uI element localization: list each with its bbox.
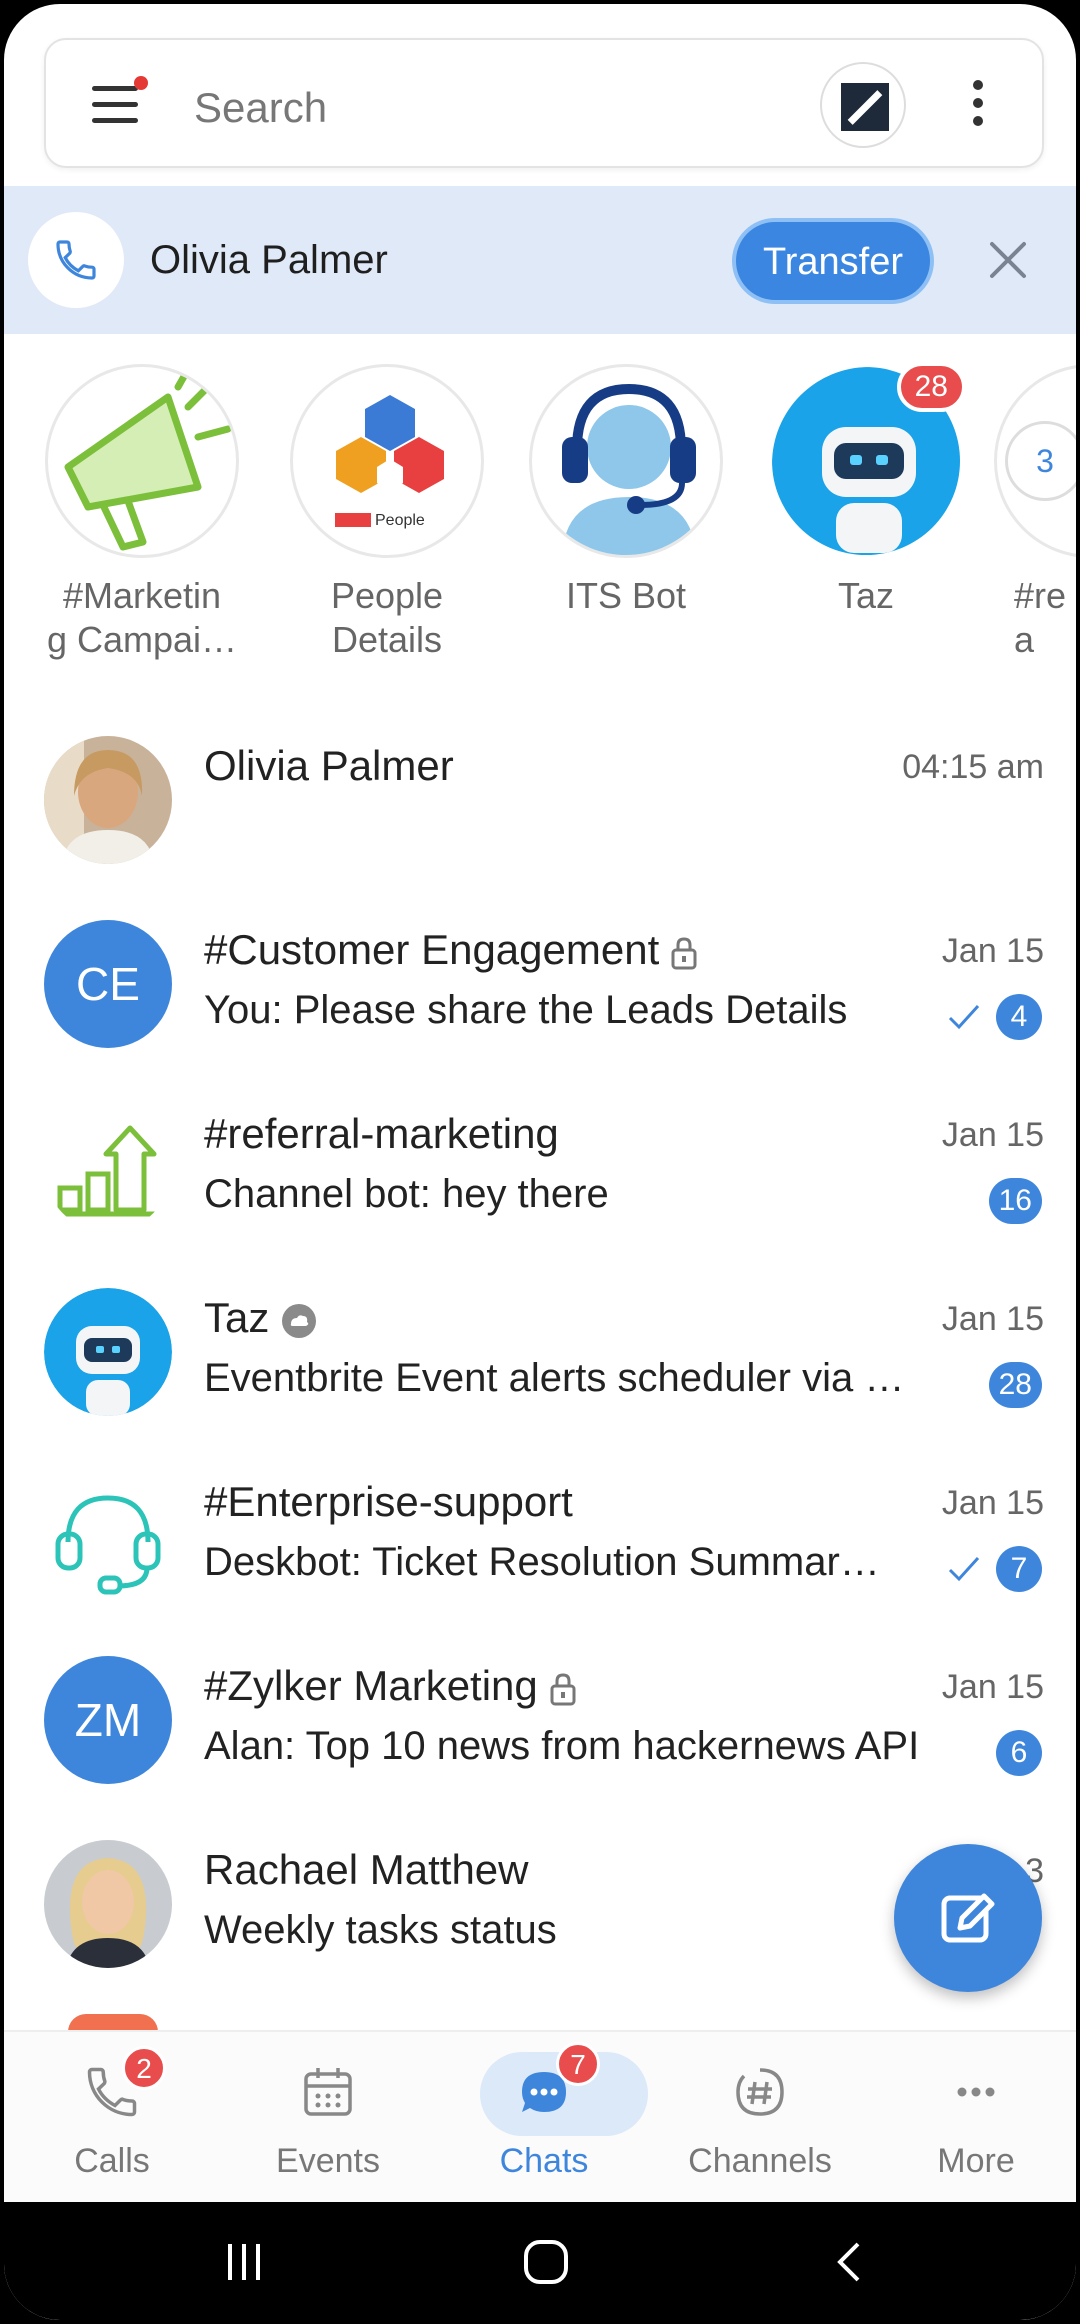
lock-icon xyxy=(671,937,697,970)
org-logo-icon[interactable] xyxy=(820,62,906,148)
system-navigation-bar xyxy=(4,2202,1076,2320)
back-icon[interactable] xyxy=(824,2236,876,2288)
tab-label: Events xyxy=(276,2142,380,2180)
chat-preview: Deskbot: Ticket Resolution Summar… xyxy=(204,1540,880,1584)
read-check-icon xyxy=(948,1004,980,1030)
tab-channels[interactable]: Channels xyxy=(652,2032,868,2204)
story-label: People Details xyxy=(330,575,444,660)
compose-button[interactable] xyxy=(894,1844,1042,1992)
chat-time: Jan 15 xyxy=(941,932,1044,970)
channel-icon: 3 xyxy=(994,364,1076,558)
story-referral[interactable]: 3 #re a xyxy=(994,364,1076,662)
chat-preview: Alan: Top 10 news from hackernews API xyxy=(204,1724,920,1768)
avatar xyxy=(44,1840,172,1968)
chat-preview: Eventbrite Event alerts scheduler via E… xyxy=(204,1356,924,1400)
channel-hash-icon xyxy=(736,2068,784,2116)
growth-chart-icon xyxy=(44,1104,172,1232)
lock-icon xyxy=(550,1673,576,1706)
caller-name: Olivia Palmer xyxy=(150,238,388,282)
more-dots-icon xyxy=(957,2087,995,2097)
chat-row[interactable]: #Enterprise-support Jan 15 Deskbot: Tick… xyxy=(4,1460,1076,1644)
avatar: CE xyxy=(44,920,172,1048)
chat-time: Jan 15 xyxy=(941,1300,1044,1338)
recent-chats-carousel: #Marketin g Campai… People People Detail… xyxy=(4,362,1076,684)
chat-title: #Zylker Marketing xyxy=(204,1662,578,1710)
more-options-icon[interactable] xyxy=(968,80,988,130)
story-its-bot[interactable]: ITS Bot xyxy=(526,364,726,618)
unread-count: 7 xyxy=(996,1546,1042,1592)
headset-icon xyxy=(44,1472,172,1600)
bottom-navigation: 2 Calls Events 7 Chats Channels More xyxy=(4,2030,1076,2204)
robot-icon xyxy=(44,1288,172,1416)
ongoing-call-banner[interactable]: Olivia Palmer Transfer xyxy=(4,186,1076,334)
chat-time: 04:15 am xyxy=(902,748,1044,786)
story-taz[interactable]: 28 Taz xyxy=(766,362,966,618)
chat-preview: You: Please share the Leads Details xyxy=(204,988,848,1032)
calendar-icon xyxy=(304,2068,352,2116)
people-app-icon: People xyxy=(290,364,484,558)
story-label: ITS Bot xyxy=(565,575,687,616)
close-icon[interactable] xyxy=(984,236,1032,284)
phone-icon xyxy=(28,212,124,308)
chat-title: #Enterprise-support xyxy=(204,1478,573,1525)
tab-more[interactable]: More xyxy=(868,2032,1076,2204)
chat-time: Jan 15 xyxy=(941,1484,1044,1522)
avatar xyxy=(44,736,172,864)
unread-count: 4 xyxy=(996,994,1042,1040)
hamburger-menu-icon[interactable] xyxy=(92,86,142,126)
chat-row[interactable]: Olivia Palmer 04:15 am xyxy=(4,724,1076,908)
unread-badge: 28 xyxy=(896,362,966,412)
chat-row[interactable]: #referral-marketing Jan 15 Channel bot: … xyxy=(4,1092,1076,1276)
home-icon[interactable] xyxy=(518,2234,574,2290)
megaphone-icon xyxy=(45,364,239,558)
unread-count: 28 xyxy=(988,1362,1042,1408)
chat-title: Taz xyxy=(204,1294,319,1342)
search-bar[interactable]: Search xyxy=(44,38,1044,168)
tab-label: Channels xyxy=(688,2142,832,2180)
bot-verified-icon xyxy=(282,1303,317,1338)
story-marketing-campaign[interactable]: #Marketin g Campai… xyxy=(42,364,242,662)
unread-count: 6 xyxy=(996,1730,1042,1776)
unread-count: 16 xyxy=(988,1178,1042,1224)
tab-label: Chats xyxy=(499,2142,589,2180)
tab-label: More xyxy=(937,2142,1015,2180)
avatar: ZM xyxy=(44,1656,172,1784)
chat-preview: Weekly tasks status xyxy=(204,1908,557,1952)
notification-dot xyxy=(134,76,148,90)
story-label: Taz xyxy=(837,575,895,616)
story-label: #Marketin g Campai… xyxy=(46,575,238,660)
recent-apps-icon[interactable] xyxy=(218,2236,270,2288)
chat-row[interactable]: CE #Customer Engagement Jan 15 You: Plea… xyxy=(4,908,1076,1092)
edit-icon xyxy=(941,1893,995,1943)
chat-row[interactable]: Taz Jan 15 Eventbrite Event alerts sched… xyxy=(4,1276,1076,1460)
read-check-icon xyxy=(948,1556,980,1582)
app-screen: Search Olivia Palmer Transfer #Marketin … xyxy=(0,0,1080,2324)
chat-title: Rachael Matthew xyxy=(204,1846,529,1893)
chat-title: #referral-marketing xyxy=(204,1110,559,1157)
calls-badge: 2 xyxy=(122,2046,166,2090)
transfer-button[interactable]: Transfer xyxy=(732,218,934,304)
chat-row[interactable]: ZM #Zylker Marketing Jan 15 Alan: Top 10… xyxy=(4,1644,1076,1828)
tab-events[interactable]: Events xyxy=(220,2032,436,2204)
svg-text:People: People xyxy=(375,512,425,529)
chat-preview: Channel bot: hey there xyxy=(204,1172,609,1216)
tab-calls[interactable]: 2 Calls xyxy=(4,2032,220,2204)
story-people-details[interactable]: People People Details xyxy=(287,364,487,662)
chat-title: Olivia Palmer xyxy=(204,742,454,789)
tab-chats[interactable]: 7 Chats xyxy=(436,2032,652,2204)
tab-label: Calls xyxy=(74,2142,150,2180)
search-input[interactable]: Search xyxy=(194,84,327,132)
support-agent-icon xyxy=(529,364,723,558)
chat-title: #Customer Engagement xyxy=(204,926,699,974)
chat-time: Jan 15 xyxy=(941,1116,1044,1154)
chats-badge: 7 xyxy=(556,2042,600,2086)
chat-time: Jan 15 xyxy=(941,1668,1044,1706)
story-label: #re a xyxy=(1014,575,1067,660)
